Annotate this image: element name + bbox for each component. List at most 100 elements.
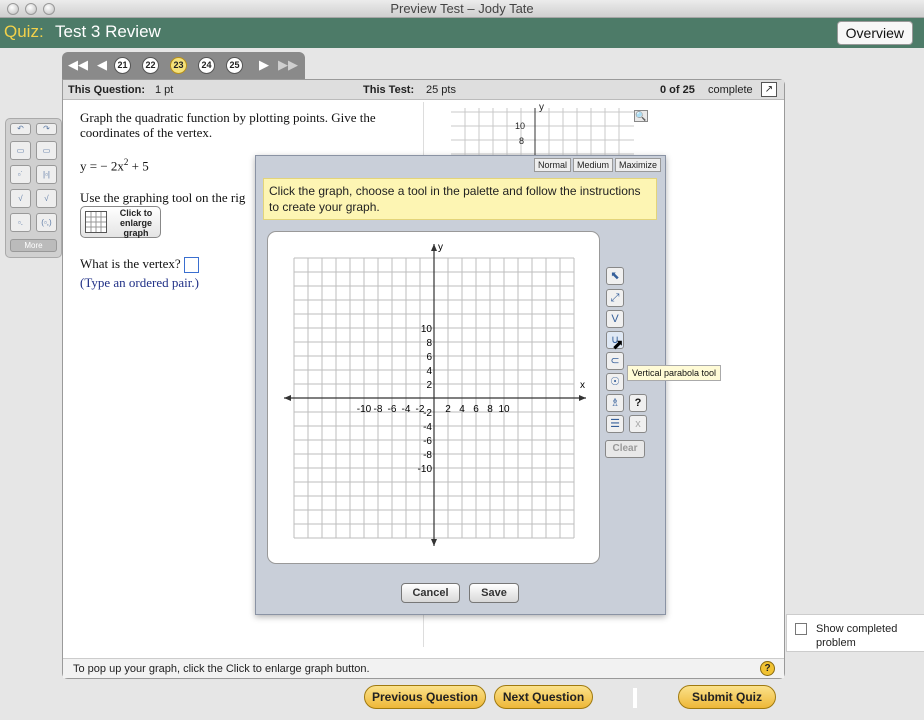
size-maximize-button[interactable]: Maximize: [615, 158, 662, 172]
show-completed-checkbox[interactable]: [795, 623, 807, 635]
preview-y-tick-8: 8: [519, 136, 525, 146]
horizontal-parabola-tool-icon[interactable]: ⊂: [606, 352, 624, 370]
submit-quiz-button[interactable]: Submit Quiz: [678, 685, 776, 709]
minimize-window-button[interactable]: [25, 3, 37, 15]
size-medium-button[interactable]: Medium: [573, 158, 614, 172]
undo-icon[interactable]: ↶: [10, 123, 31, 135]
progress-label: complete: [708, 84, 753, 96]
subscript-icon[interactable]: ▫.: [10, 213, 31, 232]
select-arrow-icon[interactable]: ⬉: [606, 267, 624, 285]
x-tick-label: -6: [388, 404, 397, 415]
previous-question-button[interactable]: Previous Question: [364, 685, 486, 709]
clear-graph-button[interactable]: Clear: [605, 440, 645, 458]
y-tick-label: -8: [423, 450, 432, 461]
question-number-23[interactable]: 23: [170, 57, 187, 74]
next-question-button[interactable]: Next Question: [494, 685, 593, 709]
progress-value: 0 of 25: [660, 84, 695, 96]
tool-tooltip: Vertical parabola tool: [627, 365, 722, 381]
footer-text: To pop up your graph, click the Click to…: [73, 663, 370, 675]
x-tick-label: 8: [487, 404, 493, 415]
fraction-icon[interactable]: ▭: [10, 141, 31, 160]
overview-button[interactable]: Overview: [836, 21, 913, 45]
absolute-value-icon[interactable]: |▫|: [36, 165, 57, 184]
equation-lead: y = − 2x: [80, 158, 124, 174]
absolute-value-tool-icon[interactable]: V: [606, 310, 624, 328]
next-question-icon[interactable]: ▶: [259, 57, 269, 73]
quiz-title: Test 3 Review: [55, 22, 161, 41]
y-tick-label: -2: [423, 408, 432, 419]
dashed-line-tool-icon[interactable]: ☰: [606, 415, 624, 433]
vertex-hint: (Type an ordered pair.): [80, 275, 199, 290]
x-tick-label: 2: [445, 404, 451, 415]
this-test-label: This Test:: [363, 84, 415, 96]
graph-instruction: Use the graphing tool on the rig: [80, 190, 246, 205]
popout-icon[interactable]: ↗: [761, 82, 777, 97]
vertex-input[interactable]: [183, 257, 199, 274]
delete-shape-button[interactable]: x: [629, 415, 647, 433]
graph-help-button[interactable]: ?: [629, 394, 647, 412]
question-number-21[interactable]: 21: [114, 57, 131, 74]
x-tick-label: -8: [374, 404, 383, 415]
y-tick-label: 8: [426, 338, 432, 349]
show-completed-toggle: Show completed problem: [786, 614, 924, 652]
y-tick-label: 4: [426, 366, 432, 377]
square-root-icon[interactable]: √: [10, 189, 31, 208]
show-completed-label: Show completed problem: [816, 623, 898, 649]
answer-graph-preview[interactable]: y 10 8: [451, 102, 634, 158]
zoom-window-button[interactable]: [43, 3, 55, 15]
ordered-pair-icon[interactable]: (▫,): [36, 213, 57, 232]
coordinate-grid[interactable]: xy-10 -8 -6 -4 -2 2 4 6 8 10108642-2-4-6-8-10: [268, 232, 599, 563]
first-question-icon[interactable]: ◀◀: [68, 57, 88, 73]
exponent-icon[interactable]: ▫˙: [10, 165, 31, 184]
enlarge-graph-label: Click to enlarge graph: [119, 208, 153, 238]
help-icon[interactable]: ?: [760, 661, 775, 676]
graph-instructions: Click the graph, choose a tool in the pa…: [263, 178, 657, 220]
size-normal-button[interactable]: Normal: [534, 158, 572, 172]
this-question-value: 1 pt: [155, 84, 174, 96]
panel-footer: To pop up your graph, click the Click to…: [63, 658, 784, 678]
nth-root-icon[interactable]: √: [36, 189, 57, 208]
x-axis-label: x: [580, 380, 585, 391]
preview-y-tick-10: 10: [515, 121, 526, 131]
close-window-button[interactable]: [7, 3, 19, 15]
circle-tool-icon[interactable]: ☉: [606, 373, 624, 391]
x-tick-label: -10: [357, 404, 372, 415]
line-tool-icon[interactable]: ⤢: [606, 289, 624, 307]
redo-icon[interactable]: ↷: [36, 123, 57, 135]
x-tick-label: 10: [498, 404, 510, 415]
save-button[interactable]: Save: [469, 583, 519, 603]
y-axis-label: y: [438, 242, 443, 253]
question-prompt: Graph the quadratic function by plotting…: [80, 110, 376, 140]
y-tick-label: -10: [418, 464, 433, 475]
x-tick-label: 6: [473, 404, 479, 415]
cancel-button[interactable]: Cancel: [401, 583, 460, 603]
quiz-label: Quiz:: [4, 22, 44, 41]
function-equation: y = − 2x2 + 5: [80, 157, 149, 174]
mixed-number-icon[interactable]: ▭: [36, 141, 57, 160]
x-tick-label: -4: [402, 404, 411, 415]
fill-tool-icon[interactable]: ♗: [606, 394, 624, 412]
last-question-icon[interactable]: ▶▶: [278, 57, 298, 73]
question-navigator: ◀◀ ◀ 21 22 23 24 25 ▶ ▶▶: [62, 52, 305, 79]
question-number-22[interactable]: 22: [142, 57, 159, 74]
question-number-25[interactable]: 25: [226, 57, 243, 74]
question-number-24[interactable]: 24: [198, 57, 215, 74]
window-title: Preview Test – Jody Tate: [390, 1, 534, 16]
math-palette: ↶ ↷ ▭ ▭ ▫˙ |▫| √ √ ▫. (▫,) More: [5, 118, 62, 258]
more-button[interactable]: More: [10, 239, 57, 252]
x-tick-label: 4: [459, 404, 465, 415]
small-graph-icon: [85, 211, 107, 233]
y-tick-label: -4: [423, 422, 432, 433]
enlarge-graph-button[interactable]: Click to enlarge graph: [80, 206, 161, 238]
y-tick-label: 6: [426, 352, 432, 363]
window-titlebar: Preview Test – Jody Tate: [0, 0, 924, 18]
previous-question-icon[interactable]: ◀: [97, 57, 107, 73]
y-tick-label: 10: [421, 324, 433, 335]
vertex-question: What is the vertex?: [80, 256, 199, 274]
mouse-pointer-icon: ⬈: [612, 336, 624, 352]
graph-plot-area[interactable]: x y -10 -8 -6 -4 -2 2 4 6 8 10 10 8 6 4 2 -2 -4 -6 -8 -10: [267, 231, 600, 564]
equation-tail: + 5: [128, 158, 149, 174]
vertex-question-text: What is the vertex?: [80, 256, 181, 271]
this-test-value: 25 pts: [426, 84, 456, 96]
zoom-icon[interactable]: 🔍: [634, 110, 648, 122]
